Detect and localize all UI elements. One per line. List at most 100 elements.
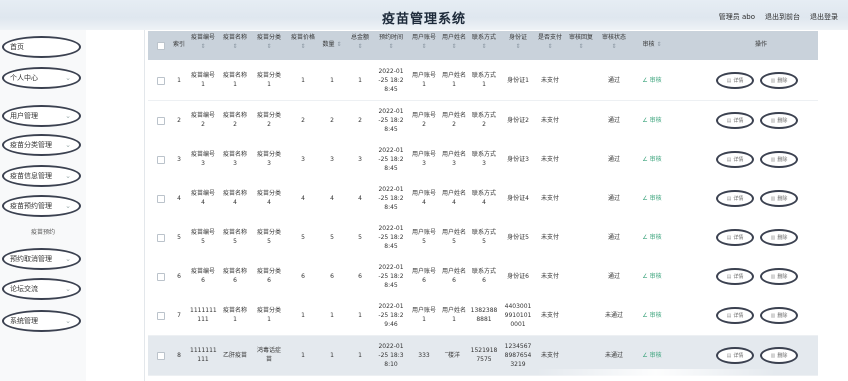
sidebar-subitem-vaccine-booking[interactable]: 疫苗预约 — [0, 227, 86, 236]
column-header-vaccine-no[interactable]: 疫苗编号 ⇕ — [190, 33, 216, 51]
detail-button[interactable]: ▤ 详情 — [716, 151, 754, 168]
table-row: 4 疫苗编号 4 疫苗名称 4 疫苗分类 4 4 4 4 2022-01 -25 18:2 8:45 用户… — [148, 179, 818, 219]
cell-contact: 联系方式 4 — [471, 190, 496, 206]
sort-icon[interactable]: ⇕ — [547, 43, 552, 50]
column-header-vaccine-price[interactable]: 疫苗价格 ⇕ — [289, 33, 317, 51]
logout-link[interactable]: 退出登录 — [810, 12, 838, 22]
audit-link[interactable]: ∠ 审核 — [637, 116, 667, 125]
detail-button-label: 详情 — [733, 196, 744, 202]
audit-link[interactable]: ∠ 审核 — [637, 155, 667, 164]
detail-button[interactable]: ▤ 详情 — [716, 72, 754, 89]
column-header-idcard[interactable]: 身份证 ⇕ — [504, 33, 532, 51]
audit-link[interactable]: ∠ 审核 — [637, 351, 667, 360]
delete-button[interactable]: ▥ 删除 — [760, 151, 798, 168]
column-header-label: 预约时间 — [378, 34, 403, 41]
trash-icon: ▥ — [770, 352, 776, 359]
sidebar-item[interactable]: 系统管理 ⌄ — [2, 310, 81, 332]
detail-icon: ▤ — [726, 77, 732, 84]
sidebar-item[interactable]: 用户管理 ⌄ — [2, 105, 81, 127]
audit-link[interactable]: ∠ 审核 — [637, 272, 667, 281]
top-header: 疫苗管理系统 管理员 abo 退出到前台 退出登录 — [0, 0, 848, 30]
column-header-vaccine-name[interactable]: 疫苗名称 ⇕ — [222, 33, 248, 51]
cell-quantity: 2 — [330, 116, 334, 124]
exit-to-front-link[interactable]: 退出到前台 — [765, 12, 800, 22]
sort-icon[interactable]: ⇕ — [200, 43, 205, 50]
audit-link[interactable]: ∠ 审核 — [637, 194, 667, 203]
sidebar-item[interactable]: 疫苗预约管理 ⌄ — [2, 195, 81, 217]
sort-icon[interactable]: ⇕ — [421, 43, 426, 50]
column-header-vaccine-cat[interactable]: 疫苗分类 ⇕ — [255, 33, 283, 51]
detail-button[interactable]: ▤ 详情 — [716, 229, 754, 246]
row-checkbox[interactable] — [157, 352, 165, 360]
sidebar-item[interactable]: 论坛交流 ⌄ — [2, 278, 81, 300]
column-header-account[interactable]: 用户账号 ⇕ — [410, 33, 438, 51]
sidebar-item[interactable]: 个人中心 ⌄ — [2, 67, 81, 89]
sidebar: 首页个人中心 ⌄ 用户管理 ⌄ 疫苗分类管理 ⌄ 疫苗信息管理 ⌄ 疫苗预约管理 ⌄ 预约取消管理 ⌄… — [0, 30, 87, 381]
column-header-total[interactable]: 总金额 ⇕ — [348, 33, 372, 51]
column-header-reply[interactable]: 审核回复 ⇕ — [568, 33, 594, 51]
delete-button[interactable]: ▥ 删除 — [760, 268, 798, 285]
sort-icon[interactable]: ⇕ — [578, 43, 583, 50]
cell-contact: 联系方式 1 — [471, 72, 496, 88]
sort-icon[interactable]: ⇕ — [388, 43, 393, 50]
cell-status: 未通过 — [604, 351, 623, 359]
detail-button[interactable]: ▤ 详情 — [716, 268, 754, 285]
sidebar-item[interactable]: 预约取消管理 ⌄ — [2, 248, 81, 270]
sort-icon[interactable]: ⇕ — [655, 41, 661, 48]
sort-icon[interactable]: ⇕ — [266, 43, 271, 50]
cell-vaccine-name: 疫苗名称 3 — [222, 151, 247, 167]
cell-index: 4 — [177, 194, 181, 202]
sort-icon[interactable]: ⇕ — [232, 43, 237, 50]
sort-icon[interactable]: ⇕ — [335, 41, 341, 48]
sort-icon[interactable]: ⇕ — [481, 43, 486, 50]
delete-button[interactable]: ▥ 删除 — [760, 72, 798, 89]
audit-link[interactable]: ∠ 审核 — [637, 311, 667, 320]
select-all-checkbox[interactable] — [157, 42, 165, 50]
detail-button-label: 详情 — [733, 78, 744, 84]
column-header-time[interactable]: 预约时间 ⇕ — [374, 33, 408, 51]
row-checkbox[interactable] — [157, 234, 165, 242]
audit-link[interactable]: ∠ 审核 — [637, 233, 667, 242]
delete-button[interactable]: ▥ 删除 — [760, 347, 798, 364]
column-header-paid[interactable]: 是否支付 ⇕ — [537, 33, 563, 51]
delete-button[interactable]: ▥ 删除 — [760, 307, 798, 324]
cell-vaccine-cat: 疫苗分类 4 — [256, 190, 281, 206]
sort-icon[interactable]: ⇕ — [300, 43, 305, 50]
column-header-audit[interactable]: 审核 ⇕ — [637, 40, 667, 49]
detail-button[interactable]: ▤ 详情 — [716, 112, 754, 129]
row-checkbox[interactable] — [157, 156, 165, 164]
audit-link[interactable]: ∠ 审核 — [637, 76, 667, 85]
cell-paid: 未支付 — [540, 351, 559, 359]
sort-icon[interactable]: ⇕ — [611, 43, 616, 50]
detail-button[interactable]: ▤ 详情 — [716, 307, 754, 324]
detail-button[interactable]: ▤ 详情 — [716, 347, 754, 364]
cell-status: 通过 — [607, 76, 620, 84]
column-header-label: 审核回复 — [568, 34, 593, 41]
row-checkbox[interactable] — [157, 273, 165, 281]
column-header-name[interactable]: 用户姓名 ⇕ — [440, 33, 468, 51]
row-checkbox[interactable] — [157, 195, 165, 203]
sidebar-item[interactable]: 疫苗信息管理 ⌄ — [2, 165, 81, 187]
row-checkbox[interactable] — [157, 312, 165, 320]
sort-icon[interactable]: ⇕ — [357, 43, 362, 50]
header-actions: 管理员 abo 退出到前台 退出登录 — [719, 12, 838, 22]
column-header-label: 用户姓名 — [441, 34, 466, 41]
row-checkbox[interactable] — [157, 117, 165, 125]
delete-button[interactable]: ▥ 删除 — [760, 112, 798, 129]
row-checkbox[interactable] — [157, 77, 165, 85]
sort-icon[interactable]: ⇕ — [515, 43, 520, 50]
cell-total: 1 — [358, 76, 362, 84]
sort-icon[interactable]: ⇕ — [451, 43, 456, 50]
cell-paid: 未支付 — [540, 272, 559, 280]
delete-button[interactable]: ▥ 删除 — [760, 229, 798, 246]
cell-vaccine-no: 疫苗编号 3 — [190, 151, 215, 167]
column-header-status[interactable]: 审核状态 ⇕ — [601, 33, 627, 51]
cell-vaccine-name: 疫苗名称 2 — [222, 112, 247, 128]
column-header-quantity[interactable]: 数量 ⇕ — [321, 40, 343, 49]
detail-button[interactable]: ▤ 详情 — [716, 190, 754, 207]
column-header-contact[interactable]: 联系方式 ⇕ — [470, 33, 498, 51]
delete-button[interactable]: ▥ 删除 — [760, 190, 798, 207]
sidebar-item[interactable]: 首页 — [2, 36, 81, 58]
column-header-index[interactable]: 索引 — [172, 40, 186, 49]
sidebar-item[interactable]: 疫苗分类管理 ⌄ — [2, 134, 81, 156]
